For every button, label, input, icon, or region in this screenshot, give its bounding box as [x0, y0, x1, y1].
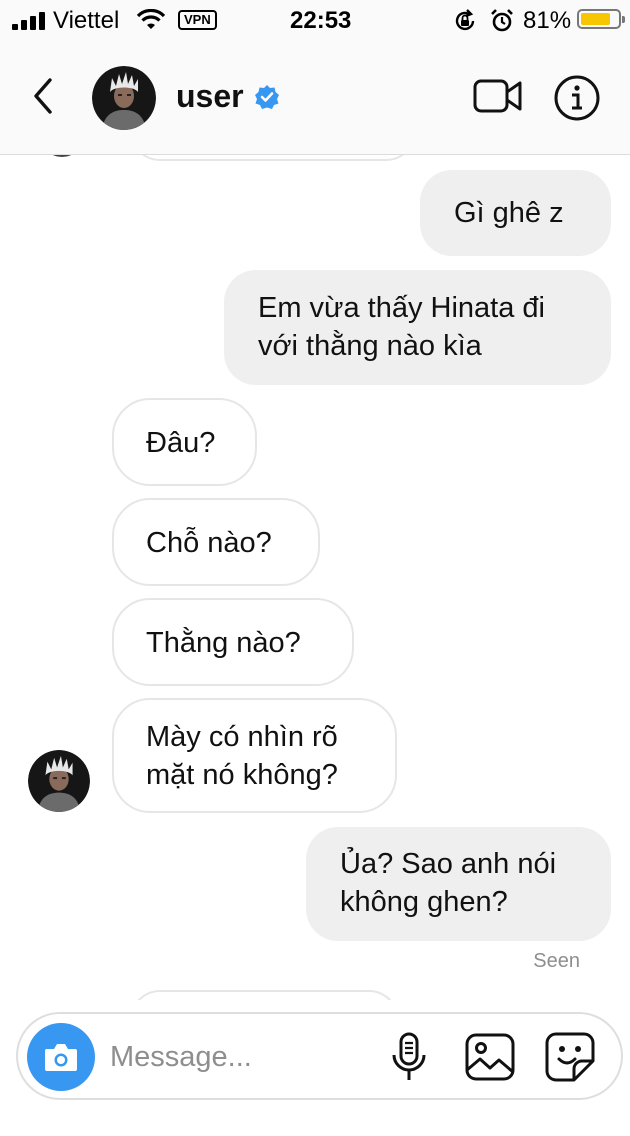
battery-level: [581, 13, 611, 25]
avatar[interactable]: [28, 750, 90, 812]
back-button[interactable]: [26, 74, 60, 118]
message-bubble-received[interactable]: Chỗ nào?: [112, 498, 320, 586]
info-button[interactable]: [553, 74, 601, 122]
message-text: Gì ghê z: [454, 197, 564, 229]
battery-percent: 81%: [523, 7, 572, 34]
wifi-icon: [136, 9, 166, 29]
clock: 22:53: [290, 7, 352, 34]
vpn-badge: VPN: [178, 10, 217, 30]
seen-indicator: Seen: [533, 950, 580, 972]
cropped-bubble-top: [130, 155, 416, 161]
signal-icon: [12, 12, 48, 30]
battery-icon: [577, 9, 625, 29]
camera-button[interactable]: [27, 1023, 95, 1091]
video-call-button[interactable]: [472, 76, 524, 116]
chat-header: user: [0, 44, 630, 155]
message-thread[interactable]: Gì ghê z Em vừa thấy Hinata đi với thằng…: [0, 155, 630, 1000]
message-input[interactable]: [108, 1034, 382, 1080]
message-bubble-sent[interactable]: Gì ghê z: [420, 170, 611, 256]
cropped-bubble-bottom: [130, 990, 399, 1000]
message-bubble-received[interactable]: Mày có nhìn rõ mặt nó không?: [112, 698, 397, 813]
gallery-button[interactable]: [464, 1032, 516, 1082]
message-text: Chỗ nào?: [146, 527, 272, 559]
message-bubble-received[interactable]: Đâu?: [112, 398, 257, 486]
message-text: Thằng nào?: [146, 627, 301, 659]
verified-badge-icon: [255, 85, 279, 109]
message-bubble-sent[interactable]: Em vừa thấy Hinata đi với thằng nào kìa: [224, 270, 611, 385]
avatar[interactable]: [92, 66, 156, 130]
message-text-line: Ủa? Sao anh nói: [340, 848, 557, 880]
rotation-lock-icon: [455, 9, 475, 31]
microphone-button[interactable]: [390, 1031, 428, 1083]
alarm-icon: [491, 9, 513, 32]
camera-icon: [45, 1044, 77, 1071]
message-text-line: mặt nó không?: [146, 759, 338, 791]
message-text-line: với thằng nào kìa: [258, 330, 482, 362]
status-bar: Viettel VPN 22:53 81%: [0, 0, 630, 44]
cropped-avatar-top: [40, 155, 84, 157]
message-text-line: Mày có nhìn rõ: [146, 721, 338, 753]
sticker-button[interactable]: [544, 1031, 596, 1083]
message-composer: [16, 1012, 623, 1100]
message-bubble-received[interactable]: Thằng nào?: [112, 598, 354, 686]
message-bubble-sent[interactable]: Ủa? Sao anh nói không ghen?: [306, 827, 611, 941]
message-text: Đâu?: [146, 427, 216, 459]
chat-username[interactable]: user: [176, 78, 244, 115]
message-text-line: Em vừa thấy Hinata đi: [258, 292, 545, 324]
message-text-line: không ghen?: [340, 886, 508, 918]
carrier-label: Viettel: [53, 7, 120, 34]
